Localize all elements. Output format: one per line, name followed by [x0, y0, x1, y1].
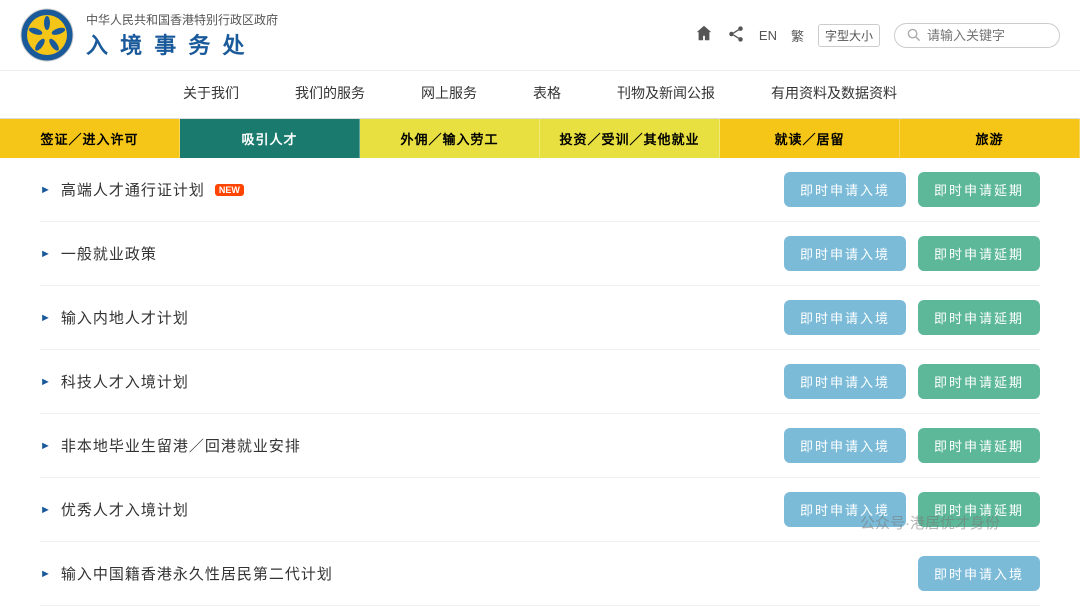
btn-apply-extension[interactable]: 即时申请延期: [918, 364, 1040, 399]
lang-en[interactable]: EN: [759, 28, 777, 43]
main-nav-item[interactable]: 表格: [505, 71, 589, 118]
row-left: ► 科技人才入境计划: [40, 371, 784, 392]
dept-name: 入 境 事 务 处: [86, 28, 278, 60]
btn-apply-entry[interactable]: 即时申请入境: [784, 428, 906, 463]
main-nav-item[interactable]: 刊物及新闻公报: [589, 71, 743, 118]
search-icon: [907, 28, 921, 42]
content-row: ► 一般就业政策 即时申请入境即时申请延期: [40, 222, 1040, 286]
main-nav-item[interactable]: 关于我们: [155, 71, 267, 118]
row-buttons: 即时申请入境即时申请延期: [784, 300, 1040, 335]
row-left: ► 输入中国籍香港永久性居民第二代计划: [40, 563, 918, 584]
search-box[interactable]: [894, 23, 1060, 48]
btn-apply-extension[interactable]: 即时申请延期: [918, 300, 1040, 335]
main-nav: 关于我们我们的服务网上服务表格刊物及新闻公报有用资料及数据资料: [0, 71, 1080, 119]
btn-apply-entry[interactable]: 即时申请入境: [784, 492, 906, 527]
row-title[interactable]: 非本地毕业生留港／回港就业安排: [61, 435, 301, 456]
header-titles: 中华人民共和国香港特别行政区政府 入 境 事 务 处: [86, 11, 278, 60]
btn-apply-entry[interactable]: 即时申请入境: [784, 364, 906, 399]
btn-apply-entry[interactable]: 即时申请入境: [784, 172, 906, 207]
header-right: EN 繁 字型大小: [695, 23, 1060, 48]
sub-nav-item[interactable]: 吸引人才: [180, 119, 360, 158]
main-nav-item[interactable]: 网上服务: [393, 71, 505, 118]
sub-nav-item[interactable]: 就读／居留: [720, 119, 900, 158]
header-left: 中华人民共和国香港特别行政区政府 入 境 事 务 处: [20, 8, 278, 62]
row-buttons: 即时申请入境: [918, 556, 1040, 591]
content-row: ► 输入内地人才计划 即时申请入境即时申请延期: [40, 286, 1040, 350]
row-buttons: 即时申请入境即时申请延期: [784, 428, 1040, 463]
arrow-icon: ►: [40, 248, 51, 260]
row-title[interactable]: 优秀人才入境计划: [61, 499, 189, 520]
row-left: ► 非本地毕业生留港／回港就业安排: [40, 435, 784, 456]
share-icon[interactable]: [727, 25, 745, 46]
arrow-icon: ►: [40, 504, 51, 516]
btn-apply-extension[interactable]: 即时申请延期: [918, 492, 1040, 527]
sub-nav: 签证／进入许可吸引人才外佣／输入劳工投资／受训／其他就业就读／居留旅游: [0, 119, 1080, 158]
arrow-icon: ►: [40, 312, 51, 324]
row-left: ► 一般就业政策: [40, 243, 784, 264]
lang-trad[interactable]: 繁: [791, 26, 804, 45]
btn-apply-extension[interactable]: 即时申请延期: [918, 236, 1040, 271]
search-input[interactable]: [927, 28, 1047, 43]
content-row: ► 高端人才通行证计划 NEW 即时申请入境即时申请延期: [40, 158, 1040, 222]
content-row: ► 非本地毕业生留港／回港就业安排 即时申请入境即时申请延期: [40, 414, 1040, 478]
row-buttons: 即时申请入境即时申请延期: [784, 172, 1040, 207]
sub-nav-item[interactable]: 投资／受训／其他就业: [540, 119, 720, 158]
row-left: ► 优秀人才入境计划: [40, 499, 784, 520]
content-row: ► 输入中国籍香港永久性居民第二代计划 即时申请入境: [40, 542, 1040, 606]
row-title[interactable]: 科技人才入境计划: [61, 371, 189, 392]
home-icon[interactable]: [695, 24, 713, 47]
btn-apply-entry[interactable]: 即时申请入境: [918, 556, 1040, 591]
row-title[interactable]: 一般就业政策: [61, 243, 157, 264]
row-buttons: 即时申请入境即时申请延期: [784, 492, 1040, 527]
arrow-icon: ►: [40, 440, 51, 452]
new-badge: NEW: [215, 184, 244, 196]
content-row: ► 优秀人才入境计划 即时申请入境即时申请延期: [40, 478, 1040, 542]
content-row: ► 科技人才入境计划 即时申请入境即时申请延期: [40, 350, 1040, 414]
arrow-icon: ►: [40, 376, 51, 388]
row-title[interactable]: 高端人才通行证计划: [61, 179, 205, 200]
row-title[interactable]: 输入中国籍香港永久性居民第二代计划: [61, 563, 333, 584]
arrow-icon: ►: [40, 184, 51, 196]
sub-nav-item[interactable]: 签证／进入许可: [0, 119, 180, 158]
main-nav-item[interactable]: 我们的服务: [267, 71, 393, 118]
logo-icon: [20, 8, 74, 62]
main-nav-item[interactable]: 有用资料及数据资料: [743, 71, 925, 118]
arrow-icon: ►: [40, 568, 51, 580]
gov-name: 中华人民共和国香港特别行政区政府: [86, 11, 278, 28]
row-left: ► 高端人才通行证计划 NEW: [40, 179, 784, 200]
btn-apply-extension[interactable]: 即时申请延期: [918, 172, 1040, 207]
row-title[interactable]: 输入内地人才计划: [61, 307, 189, 328]
content-area: ►高端人才通行证计划NEW即时申请入境即时申请延期►一般就业政策即时申请入境即时…: [0, 158, 1080, 606]
sub-nav-item[interactable]: 旅游: [900, 119, 1080, 158]
sub-nav-item[interactable]: 外佣／输入劳工: [360, 119, 540, 158]
font-size-btn[interactable]: 字型大小: [818, 24, 880, 47]
btn-apply-entry[interactable]: 即时申请入境: [784, 236, 906, 271]
btn-apply-entry[interactable]: 即时申请入境: [784, 300, 906, 335]
header: 中华人民共和国香港特别行政区政府 入 境 事 务 处 EN 繁 字型大小: [0, 0, 1080, 71]
row-left: ► 输入内地人才计划: [40, 307, 784, 328]
row-buttons: 即时申请入境即时申请延期: [784, 364, 1040, 399]
btn-apply-extension[interactable]: 即时申请延期: [918, 428, 1040, 463]
row-buttons: 即时申请入境即时申请延期: [784, 236, 1040, 271]
logo: [20, 8, 74, 62]
